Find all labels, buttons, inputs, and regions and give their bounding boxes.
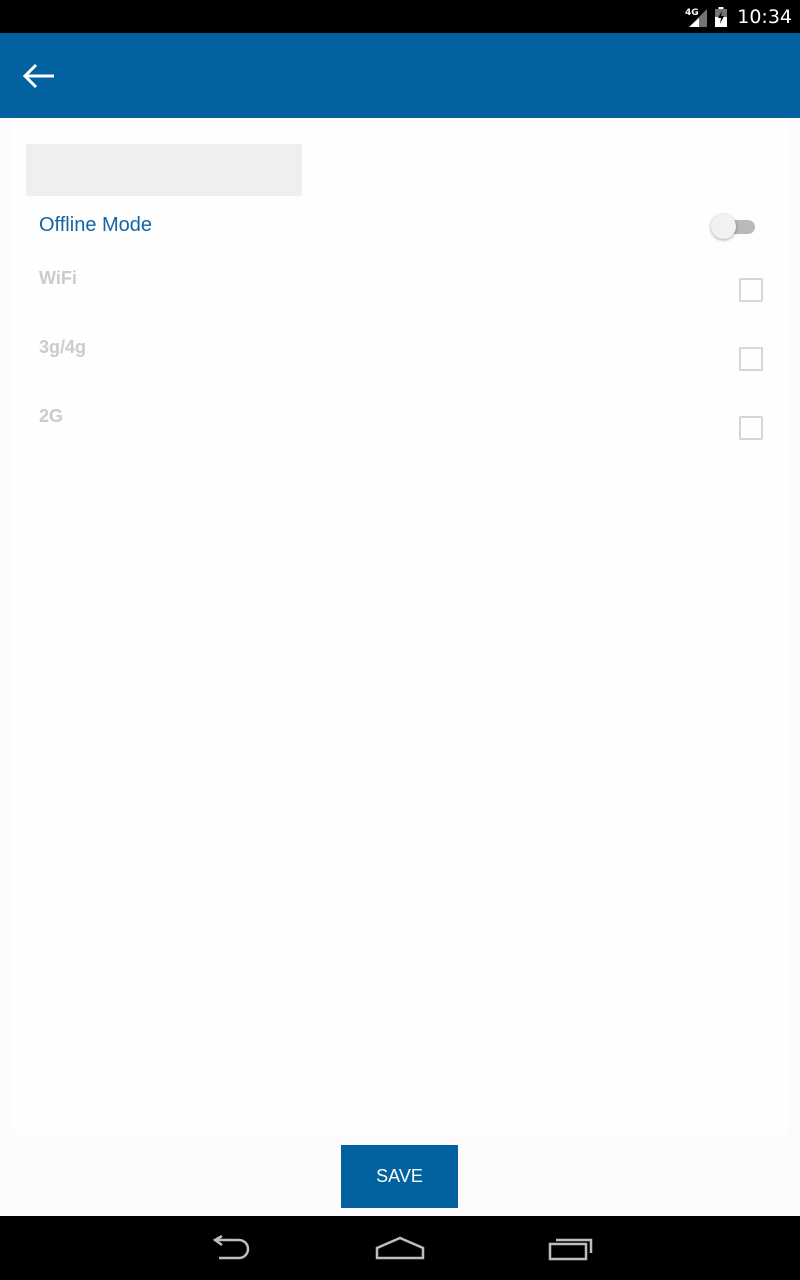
navigation-bar	[0, 1216, 800, 1280]
app-bar	[0, 33, 800, 118]
nav-back-icon	[212, 1235, 250, 1260]
nav-back-button[interactable]	[200, 1230, 260, 1266]
save-button[interactable]: SAVE	[341, 1145, 458, 1208]
status-icons: 4G 10:34	[685, 0, 792, 33]
toggle-thumb	[711, 214, 736, 239]
checkbox-2g[interactable]	[739, 416, 763, 440]
option-label-2g: 2G	[39, 406, 64, 426]
settings-panel: Offline Mode WiFi 3g/4g 2G	[12, 118, 788, 1134]
offline-mode-label: Offline Mode	[39, 214, 153, 236]
nav-home-icon	[375, 1236, 425, 1260]
placeholder-block	[26, 144, 302, 196]
battery-icon	[715, 6, 728, 27]
nav-recents-button[interactable]	[541, 1230, 601, 1266]
checkbox-wifi[interactable]	[739, 278, 763, 302]
option-row-2g: 2G	[39, 406, 763, 446]
arrow-back-icon	[22, 63, 54, 89]
offline-mode-row: Offline Mode	[39, 208, 759, 244]
network-type-label: 4G	[685, 8, 699, 18]
offline-mode-toggle[interactable]	[709, 212, 759, 240]
checkbox-3g4g[interactable]	[739, 347, 763, 371]
nav-home-button[interactable]	[370, 1230, 430, 1266]
option-row-wifi: WiFi	[39, 268, 763, 308]
status-time: 10:34	[737, 5, 792, 28]
option-label-3g4g: 3g/4g	[39, 337, 87, 357]
nav-recents-icon	[548, 1238, 593, 1261]
status-bar: 4G 10:34	[0, 0, 800, 33]
option-row-3g4g: 3g/4g	[39, 337, 763, 377]
option-label-wifi: WiFi	[39, 268, 77, 288]
back-button[interactable]	[22, 53, 78, 99]
signal-icon: 4G	[685, 8, 708, 27]
